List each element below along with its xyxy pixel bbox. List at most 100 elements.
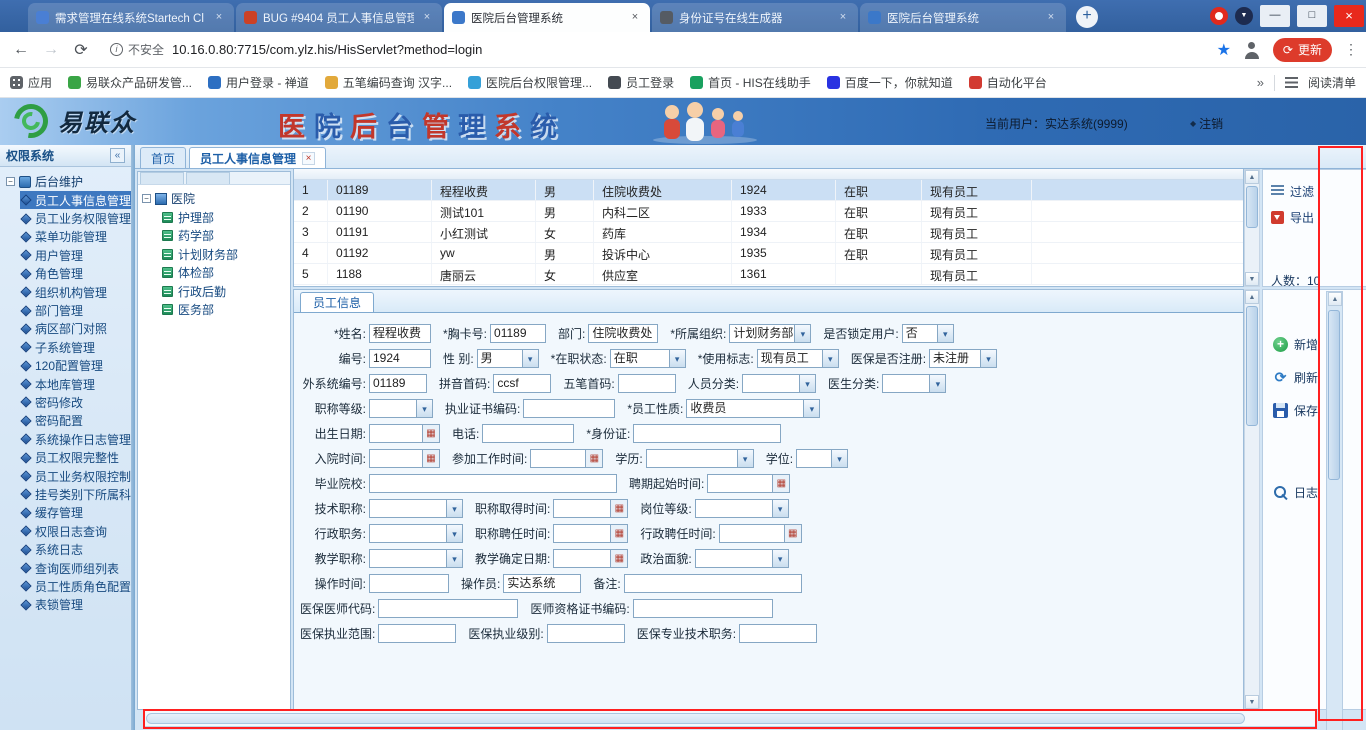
scroll-thumb[interactable] — [146, 713, 1245, 724]
dropdown-icon[interactable]: ▾ — [737, 449, 754, 468]
calendar-icon[interactable]: ▦ — [784, 524, 802, 543]
field-select[interactable]: 计划财务部 ▾ — [729, 324, 812, 343]
field-value[interactable] — [369, 474, 617, 493]
field-value[interactable] — [882, 374, 931, 393]
dropdown-icon[interactable]: ▾ — [417, 399, 433, 418]
field-value[interactable] — [369, 424, 423, 443]
dropdown-icon[interactable]: ▾ — [937, 324, 954, 343]
scroll-thumb[interactable] — [1328, 310, 1340, 480]
bookmark-star-icon[interactable]: ★ — [1217, 40, 1231, 60]
sidebar-item[interactable]: 用户管理 — [20, 246, 131, 264]
sidebar-collapse-icon[interactable]: « — [110, 148, 125, 163]
orgtree-root[interactable]: − 医院 — [138, 189, 290, 208]
field-value[interactable] — [482, 424, 575, 443]
browser-menu-icon[interactable]: ⋮ — [1344, 41, 1358, 58]
field-value[interactable]: 收费员 — [686, 399, 805, 418]
sidebar-item[interactable]: 员工业务权限管理 — [20, 209, 131, 227]
bookmark-item[interactable]: 五笔编码查询 汉字... — [324, 74, 452, 91]
field-text[interactable] — [378, 599, 519, 618]
field-text[interactable] — [739, 624, 818, 643]
field-text[interactable] — [546, 624, 625, 643]
field-value[interactable]: 否 — [901, 324, 938, 343]
field-value[interactable] — [546, 624, 625, 643]
tab-close-icon[interactable]: × — [420, 11, 434, 25]
maximize-button[interactable]: □ — [1297, 5, 1327, 27]
address-bar[interactable]: i 不安全 10.16.0.80:7715/com.ylz.his/HisSer… — [100, 36, 1209, 63]
scroll-thumb[interactable] — [1246, 186, 1258, 228]
field-text[interactable]: 住院收费处 — [588, 324, 659, 343]
field-value[interactable] — [553, 524, 612, 543]
bookmark-item[interactable]: 医院后台权限管理... — [468, 74, 592, 91]
tab-close-icon[interactable]: × — [302, 151, 316, 165]
field-value[interactable]: ccsf — [493, 374, 552, 393]
field-select[interactable]: 否 ▾ — [901, 324, 954, 343]
browser-tab[interactable]: 医院后台管理系统 × — [444, 3, 650, 32]
sidebar-item[interactable]: 系统日志 — [20, 540, 131, 558]
field-value[interactable] — [369, 399, 417, 418]
field-select[interactable]: 未注册 ▾ — [929, 349, 998, 368]
page-scrollbar[interactable]: ▲ ▼ — [1326, 291, 1343, 730]
bookmark-item[interactable]: 员工登录 — [608, 74, 674, 91]
field-select[interactable]: 男 ▾ — [476, 349, 539, 368]
calendar-icon[interactable]: ▦ — [611, 549, 629, 568]
scroll-up-icon[interactable]: ▲ — [1245, 170, 1259, 184]
field-value[interactable] — [796, 449, 833, 468]
field-date[interactable]: ▦ — [707, 474, 791, 493]
field-date[interactable]: ▦ — [553, 549, 629, 568]
field-select[interactable]: ▾ — [369, 524, 463, 543]
sidebar-root-node[interactable]: − 后台维护 — [6, 172, 131, 191]
field-value[interactable]: 男 — [476, 349, 523, 368]
field-text[interactable]: 1924 — [369, 349, 431, 368]
field-value[interactable] — [369, 549, 447, 568]
scroll-up-icon[interactable]: ▲ — [1245, 290, 1259, 304]
clipped-tab[interactable] — [140, 172, 184, 184]
bookmark-item[interactable]: 应用 — [10, 74, 52, 91]
sidebar-item[interactable]: 部门管理 — [20, 301, 131, 319]
table-row[interactable]: 3 01191 小红测试女药库 1934 在职 现有员工 — [294, 222, 1243, 243]
bookmark-item[interactable]: 易联众产品研发管... — [68, 74, 192, 91]
dropdown-icon[interactable]: ▾ — [822, 349, 839, 368]
action-save-button[interactable]: 保存 — [1273, 398, 1366, 422]
field-text[interactable] — [632, 599, 773, 618]
calendar-icon[interactable]: ▦ — [773, 474, 791, 493]
orgtree-item[interactable]: 体检部 — [162, 264, 290, 283]
field-date[interactable]: ▦ — [369, 449, 440, 468]
orgtree-item[interactable]: 医务部 — [162, 301, 290, 320]
sidebar-item[interactable]: 子系统管理 — [20, 338, 131, 356]
field-value[interactable] — [553, 499, 612, 518]
field-value[interactable]: 实达系统 — [503, 574, 582, 593]
reading-list-label[interactable]: 阅读清单 — [1308, 74, 1356, 91]
field-value[interactable]: 住院收费处 — [588, 324, 659, 343]
sidebar-item[interactable]: 员工权限完整性 — [20, 448, 131, 466]
dropdown-icon[interactable]: ▾ — [832, 449, 849, 468]
field-select[interactable]: ▾ — [882, 374, 947, 393]
field-select[interactable]: ▾ — [694, 549, 789, 568]
field-text[interactable] — [369, 574, 449, 593]
dropdown-icon[interactable]: ▾ — [522, 349, 539, 368]
field-value[interactable] — [633, 424, 782, 443]
scroll-down-icon[interactable]: ▼ — [1245, 695, 1259, 709]
table-scrollbar[interactable]: ▲ ▼ — [1244, 169, 1260, 287]
bookmarks-overflow-icon[interactable]: » — [1257, 75, 1264, 90]
bookmark-item[interactable]: 百度一下，你就知道 — [826, 74, 953, 91]
dropdown-icon[interactable]: ▾ — [800, 374, 817, 393]
url-text[interactable]: 10.16.0.80:7715/com.ylz.his/HisServlet?m… — [172, 42, 482, 57]
field-select[interactable]: ▾ — [796, 449, 849, 468]
dropdown-icon[interactable]: ▾ — [772, 499, 789, 518]
dropdown-icon[interactable]: ▾ — [981, 349, 998, 368]
sidebar-item[interactable]: 本地库管理 — [20, 375, 131, 393]
field-select[interactable]: ▾ — [369, 499, 463, 518]
field-text[interactable] — [523, 399, 616, 418]
field-select[interactable]: ▾ — [369, 399, 433, 418]
field-value[interactable]: 01189 — [369, 374, 427, 393]
sidebar-item[interactable]: 菜单功能管理 — [20, 228, 131, 246]
collapse-node-icon[interactable]: − — [6, 177, 15, 186]
field-date[interactable]: ▦ — [553, 499, 629, 518]
field-value[interactable] — [369, 499, 447, 518]
field-text[interactable] — [378, 624, 457, 643]
calendar-icon[interactable]: ▦ — [611, 524, 629, 543]
scroll-thumb[interactable] — [1246, 306, 1258, 426]
field-date[interactable]: ▦ — [553, 524, 629, 543]
content-tab[interactable]: 首页 — [140, 147, 187, 168]
field-value[interactable]: 1924 — [369, 349, 431, 368]
